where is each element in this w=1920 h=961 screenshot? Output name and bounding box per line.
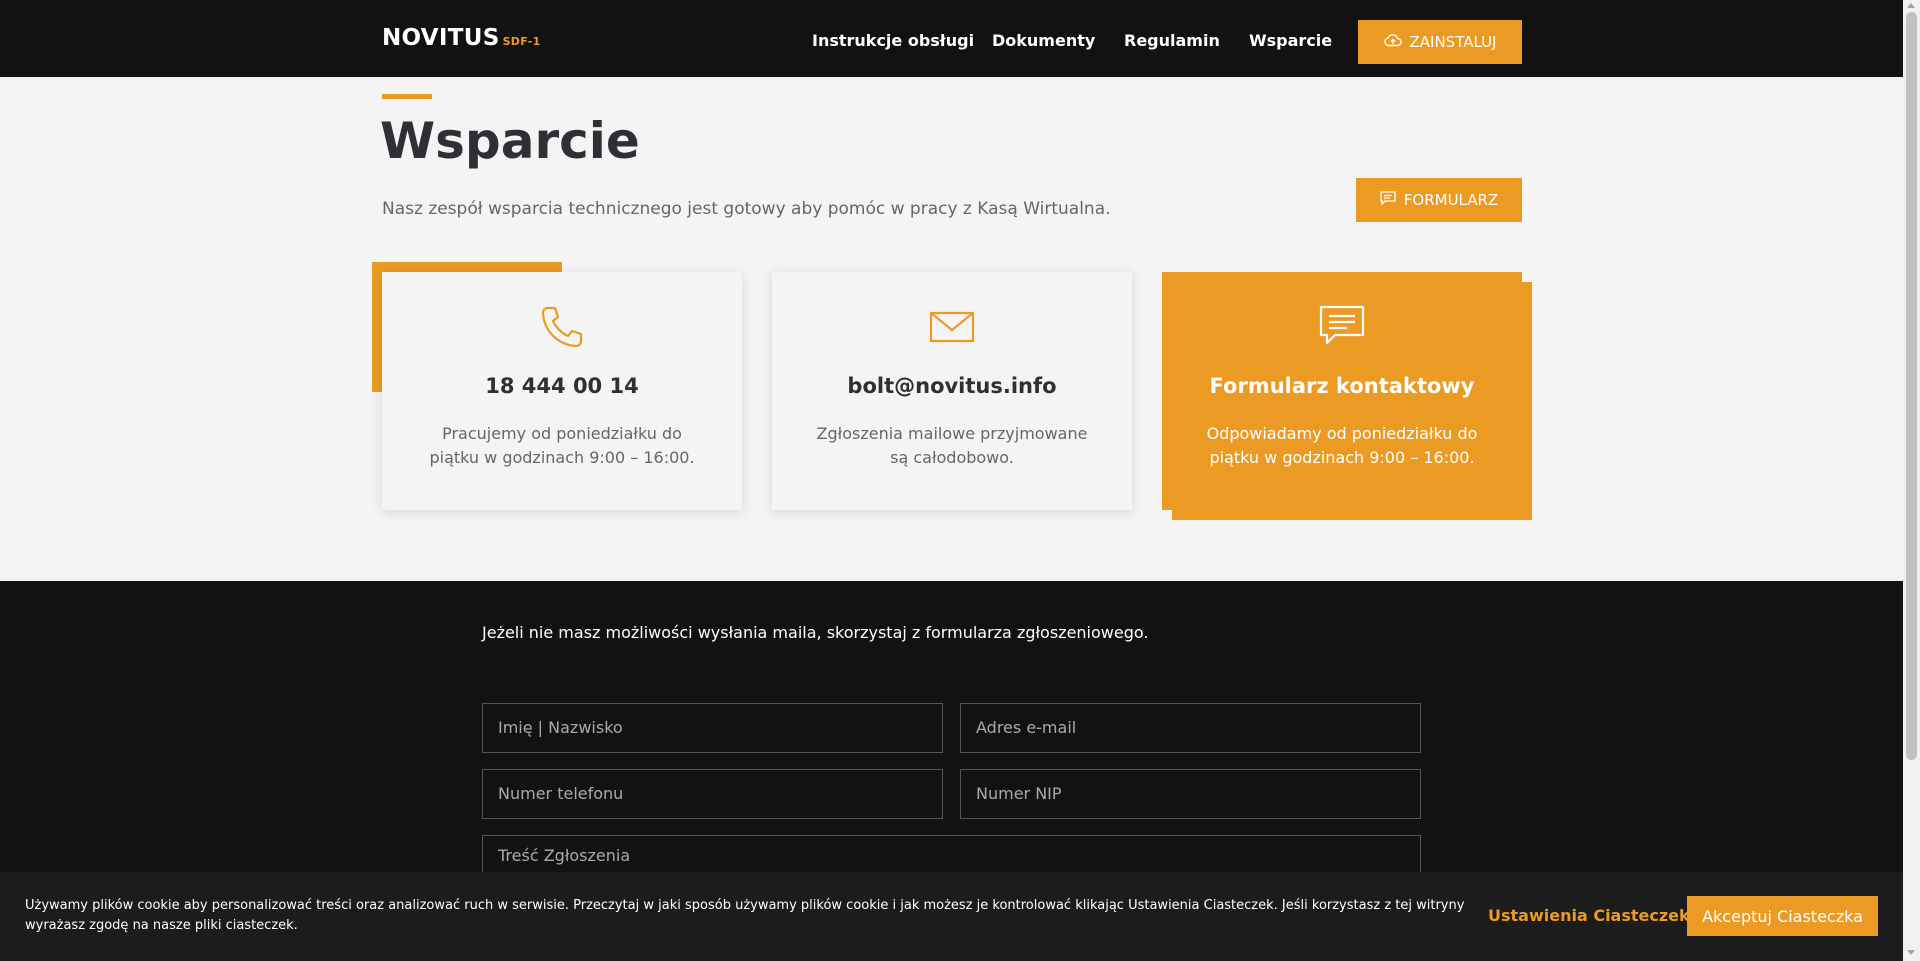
card-text: Zgłoszenia mailowe przyjmowane są całodo…: [816, 424, 1088, 467]
form-button[interactable]: FORMULARZ: [1356, 178, 1522, 222]
cookie-accept-button[interactable]: Akceptuj Ciasteczka: [1687, 896, 1878, 936]
name-field[interactable]: Imię | Nazwisko: [482, 703, 943, 753]
nav-item-instrukcje[interactable]: Instrukcje obsługi: [812, 31, 974, 50]
nav-item-dokumenty[interactable]: Dokumenty: [992, 31, 1095, 50]
page-subtitle: Nasz zespół wsparcia technicznego jest g…: [382, 199, 1111, 219]
nip-field[interactable]: Numer NIP: [960, 769, 1421, 819]
message-icon: [1380, 191, 1396, 209]
email-field[interactable]: Adres e-mail: [960, 703, 1421, 753]
scroll-down-icon[interactable]: [1907, 950, 1915, 955]
card-text: Odpowiadamy od poniedziałku do piątku w …: [1206, 424, 1478, 467]
contact-card-phone[interactable]: 18 444 00 14 Pracujemy od poniedziałku d…: [382, 272, 742, 510]
card-title: bolt@novitus.info: [847, 374, 1057, 398]
chat-icon: [1162, 304, 1522, 350]
logo-sub: SDF-1: [502, 35, 541, 48]
card-title: Formularz kontaktowy: [1209, 374, 1475, 398]
page-title: Wsparcie: [380, 112, 640, 170]
cookie-banner: Używamy plików cookie aby personalizować…: [0, 872, 1903, 961]
card-title: 18 444 00 14: [485, 374, 639, 398]
form-intro: Jeżeli nie masz możliwości wysłania mail…: [482, 623, 1149, 642]
scrollbar-thumb[interactable]: [1906, 12, 1917, 760]
contact-card-form[interactable]: Formularz kontaktowy Odpowiadamy od poni…: [1162, 272, 1522, 510]
logo[interactable]: NOVITUS SDF-1: [382, 25, 541, 51]
phone-icon: [382, 304, 742, 350]
phone-field[interactable]: Numer telefonu: [482, 769, 943, 819]
card-text: Pracujemy od poniedziałku do piątku w go…: [429, 424, 695, 467]
form-button-label: FORMULARZ: [1403, 191, 1499, 209]
cookie-text: Używamy plików cookie aby personalizować…: [25, 898, 1465, 933]
nav-item-wsparcie[interactable]: Wsparcie: [1249, 31, 1332, 50]
scroll-up-icon[interactable]: [1907, 3, 1915, 8]
title-accent-line: [382, 94, 432, 99]
nav-item-regulamin[interactable]: Regulamin: [1124, 31, 1220, 50]
cookie-settings-link[interactable]: Ustawienia Ciasteczek: [1488, 906, 1690, 925]
site-header: NOVITUS SDF-1 Instrukcje obsługi Dokument…: [0, 0, 1903, 77]
logo-text: NOVITUS: [382, 25, 500, 51]
cloud-upload-icon: [1383, 33, 1402, 51]
contact-card-mail[interactable]: bolt@novitus.info Zgłoszenia mailowe prz…: [772, 272, 1132, 510]
install-button[interactable]: ZAINSTALUJ: [1358, 20, 1522, 64]
mail-icon: [772, 304, 1132, 350]
install-label: ZAINSTALUJ: [1409, 33, 1497, 51]
